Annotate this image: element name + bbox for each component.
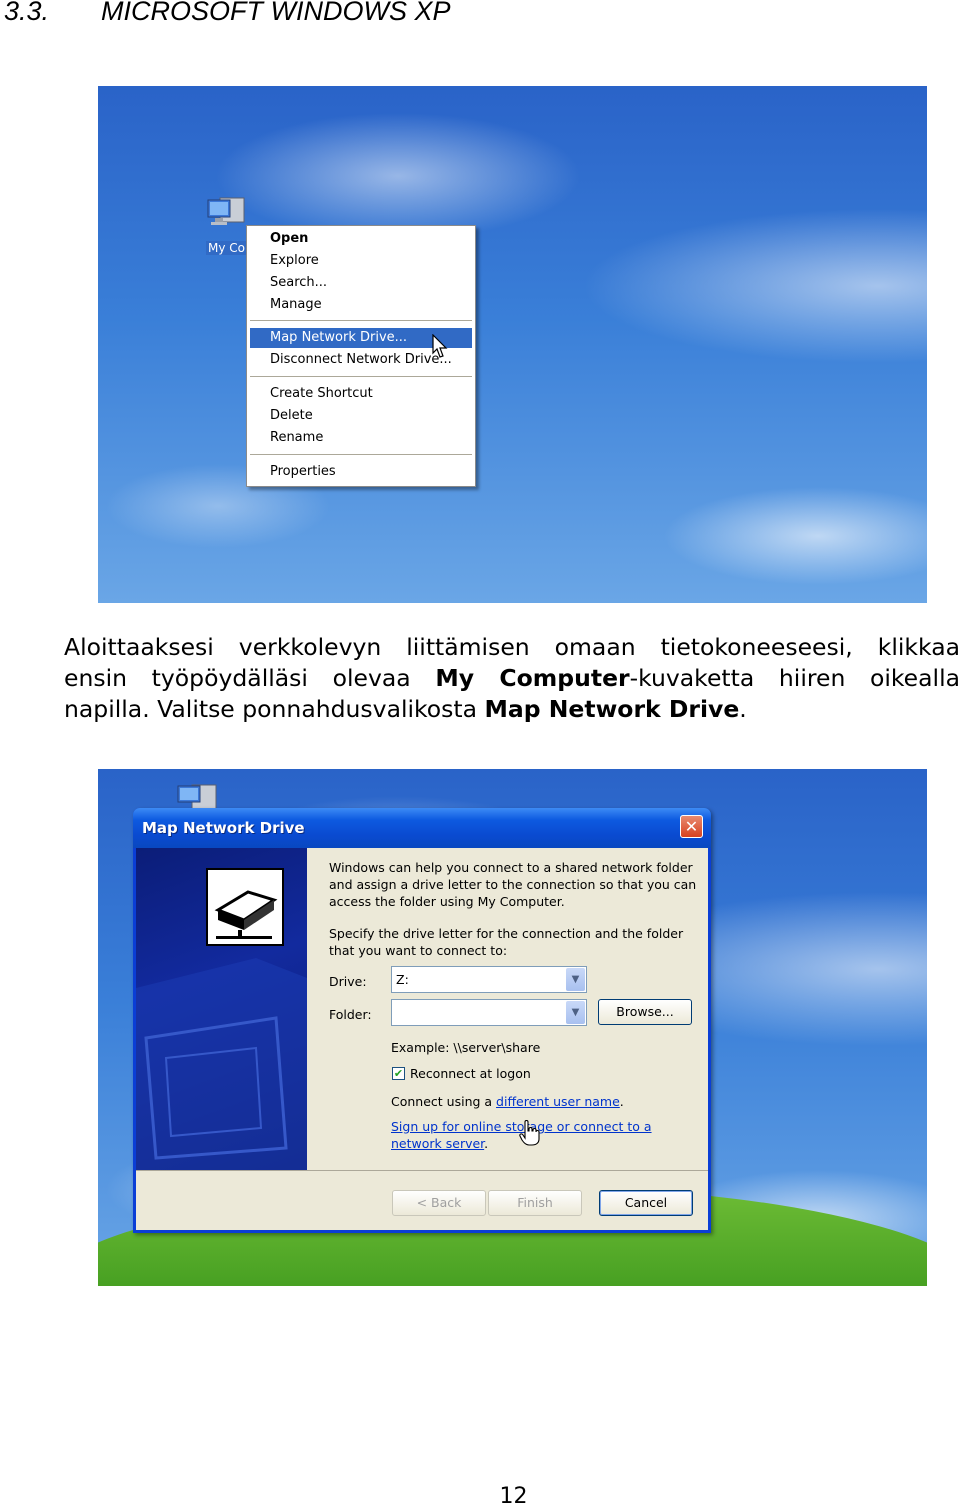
drive-label: Drive:: [329, 974, 367, 989]
paragraph-line-1: Aloittaaksesi verkkolevyn liittämisen om…: [64, 633, 960, 661]
drive-select[interactable]: Z: ▼: [391, 966, 587, 993]
page-number: 12: [499, 1484, 528, 1509]
menu-separator: [250, 376, 472, 377]
drive-value: Z:: [396, 972, 409, 987]
my-computer-label[interactable]: My Co: [206, 241, 248, 255]
folder-input[interactable]: ▼: [391, 999, 587, 1026]
bold-map-network-drive: Map Network Drive: [484, 695, 740, 723]
finish-button[interactable]: Finish: [488, 1190, 582, 1216]
footer-divider: [136, 1170, 708, 1171]
my-computer-icon: [177, 784, 217, 810]
section-number: 3.3.: [4, 0, 50, 26]
signup-link-line-2: network server.: [391, 1136, 488, 1151]
dialog-title-bar[interactable]: Map Network Drive ✕: [133, 808, 711, 848]
intro-line-1: Windows can help you connect to a shared…: [329, 860, 693, 875]
section-heading: 3.3. MICROSOFT WINDOWS XP: [4, 0, 450, 27]
specify-line-2: that you want to connect to:: [329, 943, 508, 958]
wizard-side-panel: [136, 848, 307, 1170]
menu-separator: [250, 454, 472, 455]
paragraph-line-3: napilla. Valitse ponnahdusvalikosta Map …: [64, 694, 960, 725]
section-title: MICROSOFT WINDOWS XP: [101, 0, 451, 26]
dialog-title: Map Network Drive: [142, 819, 305, 837]
signup-text: .: [484, 1136, 489, 1151]
example-text: Example: \\server\share: [391, 1040, 541, 1055]
desktop-screenshot-context-menu: My Co Open Explore Search... Manage Map …: [98, 86, 927, 603]
reconnect-checkbox[interactable]: ✔: [392, 1067, 405, 1080]
menu-item-delete[interactable]: Delete: [250, 406, 472, 426]
intro-line-2: and assign a drive letter to the connect…: [329, 877, 697, 892]
menu-item-properties[interactable]: Properties: [250, 462, 472, 482]
browse-button[interactable]: Browse...: [598, 999, 692, 1025]
close-button[interactable]: ✕: [680, 815, 703, 838]
chevron-down-icon[interactable]: ▼: [566, 968, 585, 991]
intro-line-3: access the folder using My Computer.: [329, 894, 565, 909]
specify-line-1: Specify the drive letter for the connect…: [329, 926, 684, 941]
paragraph-text: .: [739, 695, 747, 723]
paragraph-line-2: ensin työpöydälläsi olevaa My Computer-k…: [64, 663, 960, 694]
side-panel-graphic: [136, 958, 307, 1170]
cancel-button[interactable]: Cancel: [599, 1190, 693, 1216]
menu-item-open[interactable]: Open: [250, 229, 472, 249]
menu-item-explore[interactable]: Explore: [250, 251, 472, 271]
connect-text: Connect using a: [391, 1094, 497, 1109]
folder-label: Folder:: [329, 1007, 372, 1022]
menu-separator: [250, 320, 472, 321]
my-computer-icon[interactable]: [206, 196, 246, 230]
connect-using-text: Connect using a different user name.: [391, 1094, 624, 1109]
paragraph-text: napilla. Valitse ponnahdusvalikosta: [64, 695, 485, 723]
different-user-name-link[interactable]: different user name: [496, 1094, 620, 1109]
map-network-drive-dialog: Map Network Drive ✕ Windows can help you…: [133, 808, 711, 1233]
connect-text: .: [619, 1094, 624, 1109]
network-drive-icon: [206, 868, 284, 946]
chevron-down-icon[interactable]: ▼: [566, 1001, 585, 1024]
back-button[interactable]: < Back: [392, 1190, 486, 1216]
instruction-paragraph: Aloittaaksesi verkkolevyn liittämisen om…: [64, 632, 960, 725]
menu-item-rename[interactable]: Rename: [250, 428, 472, 448]
paragraph-text: ensin työpöydälläsi olevaa: [64, 664, 436, 692]
paragraph-text: -kuvaketta hiiren oikealla: [629, 664, 960, 692]
network-server-link[interactable]: network server: [391, 1136, 484, 1151]
mouse-pointer-icon: [432, 334, 448, 358]
map-network-drive-screenshot: Map Network Drive ✕ Windows can help you…: [98, 769, 927, 1286]
bold-my-computer: My Computer: [435, 664, 630, 692]
reconnect-label: Reconnect at logon: [410, 1066, 531, 1081]
menu-item-manage[interactable]: Manage: [250, 295, 472, 315]
menu-item-search[interactable]: Search...: [250, 273, 472, 293]
dialog-body: Windows can help you connect to a shared…: [136, 848, 708, 1230]
hand-pointer-icon: [519, 1120, 540, 1146]
menu-item-create-shortcut[interactable]: Create Shortcut: [250, 384, 472, 404]
close-icon: ✕: [684, 817, 699, 836]
